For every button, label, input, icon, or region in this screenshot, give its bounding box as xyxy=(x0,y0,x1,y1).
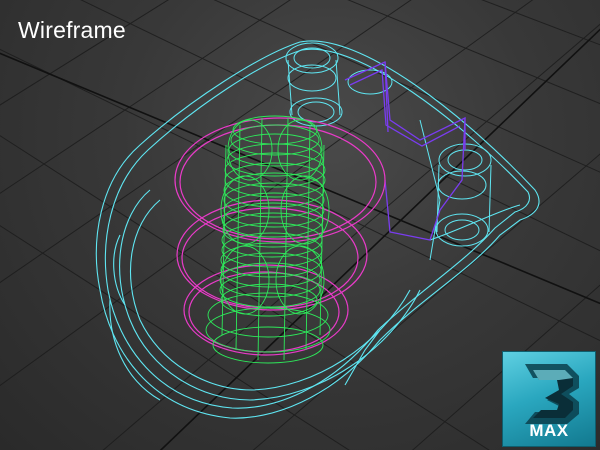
3ds-max-logo: MAX xyxy=(502,351,596,447)
viewport-label[interactable]: Wireframe xyxy=(18,17,126,44)
mounting-bosses xyxy=(285,42,492,261)
3ds-max-logo-icon xyxy=(525,364,579,424)
bracket xyxy=(344,61,466,241)
coil xyxy=(205,115,331,364)
logo-text: MAX xyxy=(529,421,569,440)
viewport-perspective[interactable]: Wireframe MAX xyxy=(0,0,600,450)
housing-outline xyxy=(95,40,540,419)
